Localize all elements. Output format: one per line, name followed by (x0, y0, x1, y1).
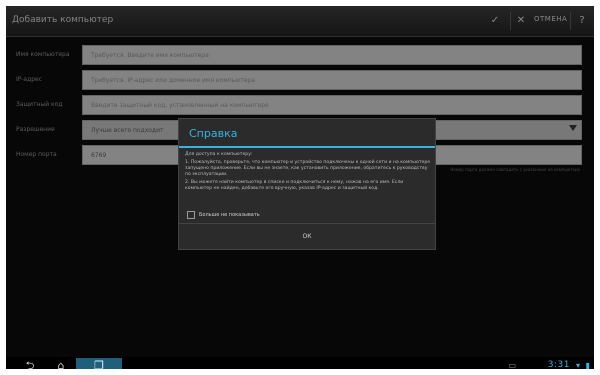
dialog-title-divider (179, 146, 435, 148)
dialog-paragraph: 2. Вы можете найти компьютер в списке и … (185, 180, 404, 191)
system-bar: ⮌ ⌂ ❐ ▭ 3:31 ▾ ▮ (6, 357, 594, 369)
ok-button[interactable]: ОК (179, 224, 435, 249)
screenshot-icon[interactable]: ▭ (508, 361, 516, 369)
home-icon[interactable]: ⌂ (52, 357, 70, 369)
dialog-paragraph: Для доступа к компьютеру: (185, 152, 253, 157)
clock: 3:31 (547, 360, 570, 369)
recent-apps-icon: ❐ (94, 359, 104, 369)
back-icon[interactable]: ⮌ (20, 357, 40, 369)
battery-icon: ▮ (585, 361, 590, 369)
app-screen: Добавить компьютер ✓ ✕ ОТМЕНА ? Имя комп… (6, 6, 594, 369)
dialog-title: Справка (189, 127, 238, 140)
dont-show-again-checkbox[interactable] (187, 211, 195, 219)
checkbox-label[interactable]: Больше не показывать (199, 212, 260, 218)
wifi-icon: ▾ (575, 361, 580, 369)
dialog-message: Для доступа к компьютеру: 1. Пожалуйста,… (185, 152, 431, 194)
dialog-paragraph: 1. Пожалуйста, проверьте, что компьютер … (185, 160, 431, 177)
help-dialog: Справка Для доступа к компьютеру: 1. Пож… (178, 118, 436, 250)
